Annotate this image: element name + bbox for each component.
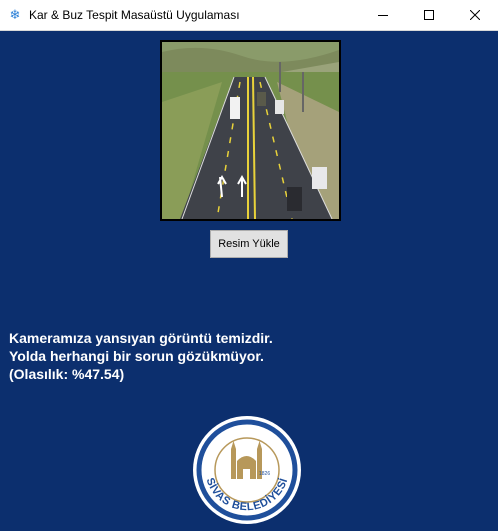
sivas-belediyesi-logo: 1826 SİVAS BELEDİYESİ <box>187 415 307 525</box>
minimize-button[interactable] <box>360 0 406 30</box>
result-text: Kameramıza yansıyan görüntü temizdir. Yo… <box>9 329 449 383</box>
svg-text:1826: 1826 <box>259 471 270 477</box>
maximize-button[interactable] <box>406 0 452 30</box>
main-window-client: Resim Yükle Kameramıza yansıyan görüntü … <box>0 31 498 531</box>
road-camera-image <box>160 40 341 221</box>
result-line-1: Kameramıza yansıyan görüntü temizdir. <box>9 330 273 346</box>
result-line-2: Yolda herhangi bir sorun gözükmüyor. <box>9 348 264 364</box>
window-title: Kar & Buz Tespit Masaüstü Uygulaması <box>29 8 240 22</box>
maximize-icon <box>424 10 434 20</box>
title-bar[interactable]: ❄ Kar & Buz Tespit Masaüstü Uygulaması <box>0 0 498 31</box>
minimize-icon <box>378 15 388 16</box>
result-line-3: (Olasılık: %47.54) <box>9 366 125 382</box>
window-controls <box>360 0 498 30</box>
snowflake-icon: ❄ <box>9 7 21 22</box>
close-button[interactable] <box>452 0 498 30</box>
upload-image-button[interactable]: Resim Yükle <box>210 230 288 258</box>
close-icon <box>470 10 480 20</box>
